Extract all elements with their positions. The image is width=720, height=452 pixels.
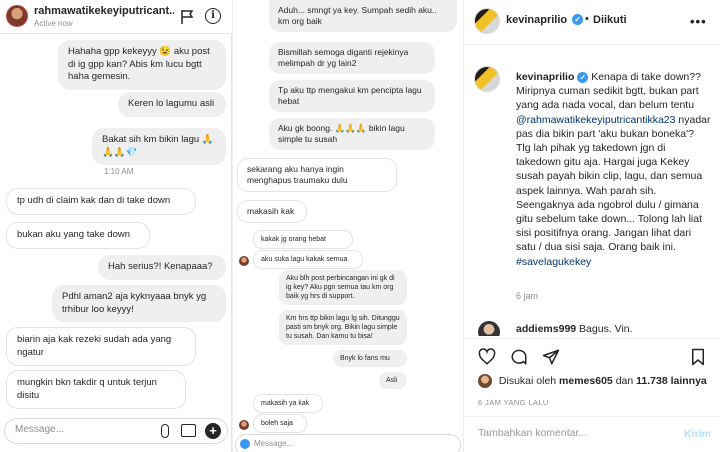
comment-text: Bagus. Vin. bbox=[579, 323, 633, 335]
chat-message: biarin aja kak rezeki sudah ada yang nga… bbox=[6, 327, 196, 366]
chat-active-status: Active now bbox=[34, 19, 73, 28]
liker-username[interactable]: memes605 bbox=[559, 375, 613, 387]
post-timestamp: 6 JAM YANG LALU bbox=[478, 398, 549, 407]
share-icon[interactable] bbox=[542, 348, 560, 366]
chat-message: Pdhl aman2 aja kyknyaaa bnyk yg trhibur … bbox=[52, 285, 226, 322]
chat-message: mungkin bkn takdir q untuk terjun disitu bbox=[6, 370, 186, 409]
chat-screenshot-1: rahmawatikekeyiputricant... Active now i… bbox=[0, 0, 232, 452]
caption-username[interactable]: kevinaprilio bbox=[516, 71, 574, 83]
chat-avatar bbox=[239, 420, 249, 430]
caption-text: nyadar pas dia bikin part 'aku bukan bon… bbox=[516, 113, 711, 254]
chat-message: makasih ya kak bbox=[253, 394, 323, 413]
caption-hashtag[interactable]: #savelagukekey bbox=[516, 256, 591, 268]
chat-message: Tp aku ttp mengakui km pencipta lagu heb… bbox=[269, 80, 435, 112]
chat-message: Bismillah semoga diganti rejekinya melim… bbox=[269, 42, 435, 74]
camera-icon[interactable] bbox=[240, 439, 250, 449]
chat-message: makasih kak bbox=[237, 200, 307, 223]
microphone-icon[interactable] bbox=[161, 424, 169, 438]
chat-message: Km hrs ttp bikin lagu lg sih. Ditunggu p… bbox=[279, 310, 407, 345]
verified-badge-icon: ✓ bbox=[572, 14, 583, 25]
verified-badge-icon: ✓ bbox=[577, 72, 589, 83]
chat-message: boleh saja bbox=[253, 414, 307, 433]
caption-mention[interactable]: @rahmawatikekeyiputricantikka23 bbox=[516, 114, 675, 126]
post-image: rahmawatikekeyiputricant... Active now i… bbox=[0, 0, 463, 452]
chat-avatar bbox=[6, 5, 28, 27]
chat-screenshot-2: Aduh... smngt ya key. Sumpah sedih aku..… bbox=[233, 0, 463, 452]
post-caption: kevinaprilio ✓ Kenapa di take down?? Mir… bbox=[516, 70, 711, 269]
author-avatar[interactable] bbox=[474, 8, 500, 34]
comment-username[interactable]: addiems999 bbox=[516, 323, 576, 335]
commenter-avatar[interactable] bbox=[478, 321, 500, 336]
likes-prefix: Disukai oleh bbox=[498, 374, 557, 387]
add-icon[interactable]: + bbox=[205, 423, 221, 439]
caption-age: 6 jam bbox=[516, 291, 539, 301]
chat-message: Asli bbox=[379, 372, 407, 389]
comment-input[interactable] bbox=[478, 427, 663, 439]
chat-message: kakak jg orang hebat bbox=[253, 230, 353, 249]
author-username[interactable]: kevinaprilio bbox=[506, 14, 567, 26]
following-button[interactable]: Diikuti bbox=[593, 14, 627, 26]
separator-dot: • bbox=[585, 13, 589, 25]
post-actions bbox=[464, 338, 720, 374]
chat-timestamp: 1:10 AM bbox=[104, 167, 134, 176]
chat-message: Bakat sih km bikin lagu 🙏🙏🙏💎 bbox=[92, 128, 226, 165]
more-options-icon[interactable]: ••• bbox=[690, 14, 707, 29]
flag-icon bbox=[181, 10, 194, 24]
chat-header: rahmawatikekeyiputricant... Active now i bbox=[0, 0, 232, 34]
chat-message: Hahaha gpp kekeyyy 😉 aku post di ig gpp … bbox=[58, 40, 226, 90]
heart-icon[interactable] bbox=[478, 348, 496, 366]
info-icon: i bbox=[205, 8, 221, 24]
chat-message: Hah serius?! Kenapaaa? bbox=[98, 255, 226, 280]
chat-message: Aku blh post perbincangan ini gk di ig k… bbox=[279, 270, 407, 305]
chat-message: Keren lo lagumu asli bbox=[118, 92, 226, 117]
chat-message: sekarang aku hanya ingin menghapus traum… bbox=[237, 158, 397, 192]
comment: addiems999 Bagus. Vin. bbox=[516, 323, 633, 335]
bookmark-icon[interactable] bbox=[690, 348, 706, 366]
comment-icon[interactable] bbox=[510, 348, 528, 366]
comments-section: kevinaprilio ✓ Kenapa di take down?? Mir… bbox=[464, 46, 720, 336]
caption-author-avatar[interactable] bbox=[474, 66, 500, 92]
likes-count[interactable]: 11.738 lainnya bbox=[636, 375, 707, 387]
chat-message: aku suka lagu kakak semua bbox=[253, 250, 363, 269]
likes-and: dan bbox=[615, 374, 634, 387]
post-comment-button[interactable]: Kirim bbox=[684, 428, 711, 440]
chat-avatar bbox=[239, 256, 249, 266]
chat-message: Bnyk lo fans mu bbox=[333, 350, 407, 367]
message-composer bbox=[235, 434, 461, 452]
chat-message: bukan aku yang take down bbox=[6, 222, 150, 249]
message-input[interactable] bbox=[254, 439, 374, 448]
add-comment-bar: Kirim bbox=[464, 416, 720, 452]
post-sidebar: kevinaprilio ✓ • Diikuti ••• kevinaprili… bbox=[463, 0, 720, 452]
chat-username: rahmawatikekeyiputricant... bbox=[34, 5, 174, 17]
likes-summary: Disukai oleh memes605 dan 11.738 lainnya bbox=[478, 374, 707, 388]
post-header: kevinaprilio ✓ • Diikuti ••• bbox=[464, 0, 720, 45]
chat-message: Aku gk boong. 🙏🙏🙏 bikin lagu simple tu s… bbox=[269, 118, 435, 150]
gallery-icon[interactable] bbox=[181, 424, 196, 437]
message-composer: + bbox=[4, 418, 228, 444]
liker-avatar bbox=[478, 374, 492, 388]
chat-message: Aduh... smngt ya key. Sumpah sedih aku..… bbox=[269, 0, 457, 32]
message-input[interactable] bbox=[15, 424, 135, 435]
chat-message: tp udh di claim kak dan di take down bbox=[6, 188, 196, 215]
